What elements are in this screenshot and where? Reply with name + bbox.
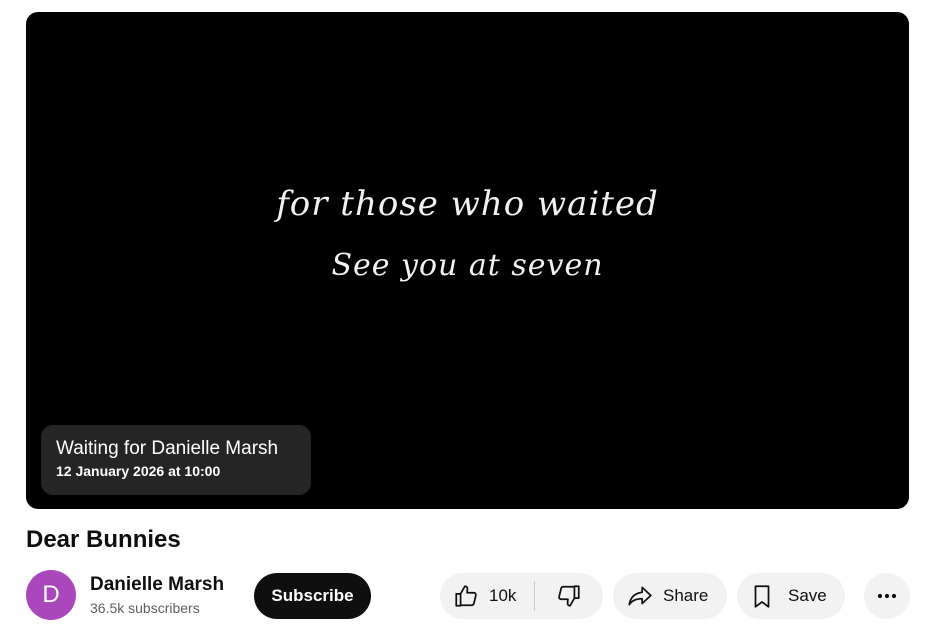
video-title: Dear Bunnies [26, 526, 181, 553]
save-button[interactable]: Save [737, 573, 845, 619]
premiere-countdown-card: Waiting for Danielle Marsh 12 January 20… [41, 425, 311, 495]
thumbs-up-icon [455, 585, 477, 607]
share-button[interactable]: Share [613, 573, 727, 619]
like-button[interactable]: 10k [440, 573, 534, 619]
premiere-time: 12 January 2026 at 10:00 [56, 463, 221, 479]
avatar-letter: D [42, 581, 60, 608]
subscribe-button[interactable]: Subscribe [254, 573, 371, 619]
video-player[interactable]: for those who waited See you at seven Wa… [26, 12, 909, 509]
share-label: Share [663, 586, 709, 605]
premiere-title: Waiting for Danielle Marsh [56, 438, 279, 459]
like-count: 10k [489, 586, 517, 605]
like-dislike-bar: 10k [440, 573, 603, 619]
more-horizontal-icon [877, 593, 897, 599]
video-overlay-line-1: for those who waited [276, 184, 659, 224]
thumbs-down-icon [558, 585, 580, 607]
save-label: Save [788, 586, 827, 605]
subscriber-count: 36.5k subscribers [90, 600, 200, 616]
dislike-button[interactable] [535, 573, 603, 619]
bookmark-icon [754, 585, 770, 608]
channel-name[interactable]: Danielle Marsh [90, 574, 224, 596]
channel-avatar[interactable]: D [26, 570, 76, 620]
more-actions-button[interactable] [864, 573, 910, 619]
video-overlay-line-2: See you at seven [331, 248, 604, 283]
share-arrow-icon [628, 586, 652, 606]
